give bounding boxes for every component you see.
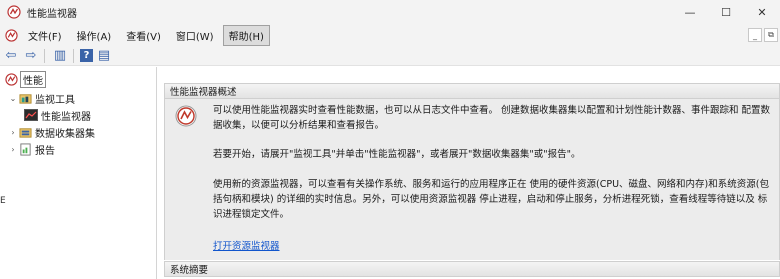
tree-item-reports[interactable]: › 报告	[8, 141, 55, 157]
tree-item-label: 性能	[20, 70, 46, 88]
collector-icon	[18, 126, 32, 139]
title-bar: 性能监视器 — ☐ ✕	[0, 0, 780, 24]
overview-paragraph-1: 可以使用性能监视器实时查看性能数据，也可以从日志文件中查看。 创建数据收集器集以…	[213, 105, 771, 131]
mdi-controls: _ ⧉	[748, 28, 778, 42]
menu-file[interactable]: 文件(F)	[22, 25, 68, 46]
summary-section: 系统摘要	[164, 261, 780, 277]
show-hide-tree-icon[interactable]: ▥	[51, 48, 69, 64]
overview-link-row: 打开资源监视器	[213, 239, 773, 254]
tree-item-monitoring-tools[interactable]: ⌄ 监视工具	[8, 90, 75, 106]
window-controls: — ☐ ✕	[672, 0, 780, 24]
menu-window[interactable]: 窗口(W)	[170, 25, 220, 46]
perfmon-gauge-icon[interactable]	[5, 28, 18, 42]
overview-paragraph-2: 若要开始，请展开"监视工具"并单击"性能监视器"，或者展开"数据收集器集"或"报…	[213, 149, 581, 160]
menu-bar: 文件(F) 操作(A) 查看(V) 窗口(W) 帮助(H) _ ⧉	[0, 24, 780, 46]
overview-paragraph-3: 使用新的资源监视器，可以查看有关操作系统、服务和运行的应用程序正在 使用的硬件资…	[213, 179, 769, 220]
maximize-button[interactable]: ☐	[708, 0, 744, 24]
chevron-right-icon[interactable]: ›	[8, 145, 18, 154]
menu-help[interactable]: 帮助(H)	[222, 24, 270, 46]
perfmon-gauge-icon	[7, 5, 21, 19]
overview-body: 可以使用性能监视器实时查看性能数据，也可以从日志文件中查看。 创建数据收集器集以…	[164, 99, 780, 260]
tree-item-performance-monitor[interactable]: 性能监视器	[24, 107, 91, 123]
tree-item-label: 监视工具	[35, 94, 75, 106]
back-arrow-icon[interactable]: ⇦	[2, 48, 20, 64]
mdi-minimize-button[interactable]: _	[748, 28, 762, 42]
tree-item-data-collector-sets[interactable]: › 数据收集器集	[8, 124, 95, 140]
open-resource-monitor-link[interactable]: 打开资源监视器	[213, 241, 280, 252]
perfmon-gauge-icon	[4, 72, 18, 86]
mdi-restore-button[interactable]: ⧉	[764, 28, 778, 42]
tree-item-label: 性能监视器	[41, 111, 91, 123]
menu-view[interactable]: 查看(V)	[120, 25, 167, 46]
perfmon-gauge-icon	[175, 105, 197, 127]
tree-item-performance[interactable]: 性能	[4, 70, 46, 88]
folder-tools-icon	[18, 92, 32, 105]
toolbar-separator	[44, 48, 45, 63]
overview-section: 性能监视器概述 可以使用性能监视器实时查看性能数据，也可以从日志文件中查看。 创…	[164, 83, 780, 260]
summary-heading[interactable]: 系统摘要	[164, 261, 780, 277]
minimize-button[interactable]: —	[672, 0, 708, 24]
chevron-right-icon[interactable]: ›	[8, 128, 18, 137]
window-title: 性能监视器	[27, 8, 77, 20]
content-pane: 性能监视器概述 可以使用性能监视器实时查看性能数据，也可以从日志文件中查看。 创…	[158, 67, 780, 279]
properties-icon[interactable]: ▤	[95, 48, 113, 64]
left-edge-fragment: E	[0, 196, 6, 206]
close-button[interactable]: ✕	[744, 0, 780, 24]
tree-item-label: 报告	[35, 145, 55, 157]
navigation-tree: 性能 ⌄ 监视工具 性能监视器 › 数据收集器集 › 报告	[0, 67, 157, 279]
overview-heading[interactable]: 性能监视器概述	[164, 83, 780, 99]
toolbar: ⇦ ⇨ ▥ ? ▤	[0, 46, 780, 66]
report-icon	[18, 142, 32, 156]
chevron-down-icon[interactable]: ⌄	[8, 94, 18, 103]
menu-action[interactable]: 操作(A)	[71, 25, 118, 46]
help-icon[interactable]: ?	[80, 49, 93, 62]
tree-item-label: 数据收集器集	[35, 128, 95, 140]
forward-arrow-icon[interactable]: ⇨	[22, 48, 40, 64]
toolbar-separator	[73, 48, 74, 63]
chart-icon	[24, 109, 38, 122]
